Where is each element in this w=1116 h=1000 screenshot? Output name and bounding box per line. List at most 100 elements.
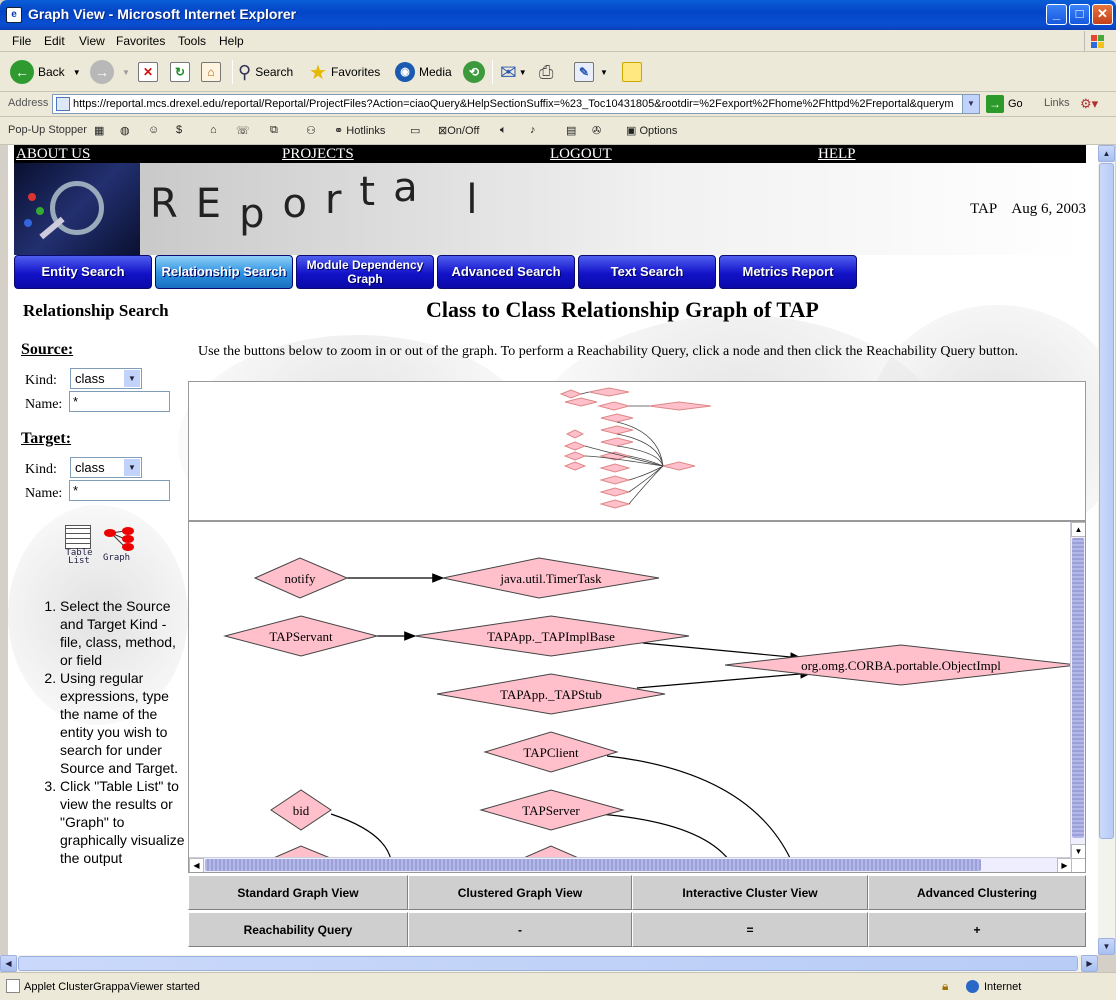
interactive-cluster-view-button[interactable]: Interactive Cluster View (632, 875, 868, 910)
scroll-thumb[interactable] (205, 859, 981, 871)
standard-graph-view-button[interactable]: Standard Graph View (188, 875, 408, 910)
menu-view[interactable]: View (79, 34, 105, 48)
mail-button[interactable]: ✉ ▼ (500, 58, 527, 86)
menu-edit[interactable]: Edit (44, 34, 65, 48)
scroll-thumb[interactable] (18, 956, 1078, 971)
messenger-button[interactable] (622, 58, 642, 86)
scroll-thumb[interactable] (1072, 538, 1084, 838)
advanced-clustering-button[interactable]: Advanced Clustering (868, 875, 1086, 910)
forward-button[interactable]: → ▼ (90, 58, 130, 86)
target-kind-select[interactable]: class ▼ (70, 457, 142, 478)
graph-overview[interactable] (188, 381, 1086, 521)
music-note-icon[interactable]: ♪ (530, 124, 536, 136)
close-button[interactable]: ✕ (1092, 4, 1113, 25)
toolbar-icon[interactable]: ▤ (566, 124, 576, 137)
graph-button[interactable]: Graph (103, 525, 137, 565)
nav-about-us-link[interactable]: ABOUT US (16, 146, 90, 163)
relationship-search-button[interactable]: Relationship Search (155, 255, 293, 289)
advanced-search-button[interactable]: Advanced Search (437, 255, 575, 289)
popup-stopper-bar: Pop-Up Stopper ▦ ◍ ☺ $ ⌂ ☏ ⧉ ⚇ ⚭ Hotlink… (0, 117, 1116, 145)
nav-help-link[interactable]: HELP (818, 146, 856, 163)
clustered-graph-view-button[interactable]: Clustered Graph View (408, 875, 632, 910)
onoff-button[interactable]: ⊠On/Off (438, 124, 479, 137)
url-field[interactable]: https://reportal.mcs.drexel.edu/reportal… (52, 94, 980, 114)
scroll-down-arrow-icon[interactable]: ▼ (1071, 844, 1085, 859)
chevron-down-icon[interactable]: ▼ (124, 459, 140, 476)
scroll-right-arrow-icon[interactable]: ▶ (1057, 858, 1072, 872)
source-name-input[interactable]: * (69, 391, 170, 412)
nav-projects-link[interactable]: PROJECTS (282, 146, 354, 163)
hotlinks-button[interactable]: ⚭ Hotlinks (334, 124, 385, 137)
toolbar-icon[interactable]: ⧉ (270, 124, 278, 137)
star-icon: ★ (309, 61, 327, 84)
node-label: notify (284, 571, 316, 586)
history-icon: ⟲ (463, 61, 485, 83)
toolbar-icon[interactable]: ⌂ (210, 124, 217, 136)
toolbar-icon[interactable]: ◍ (120, 124, 130, 137)
menu-help[interactable]: Help (219, 34, 244, 48)
graph-canvas[interactable]: notify java.util.TimerTask TAPServant TA… (188, 521, 1086, 873)
menu-tools[interactable]: Tools (178, 34, 206, 48)
target-name-input[interactable]: * (69, 480, 170, 501)
toolbar-icon[interactable]: ☏ (236, 124, 250, 137)
folder-icon[interactable]: ▭ (410, 124, 420, 137)
page-vertical-scrollbar[interactable]: ▲ ▼ (1098, 145, 1115, 955)
search-icon: ⚲ (238, 61, 252, 82)
scroll-left-arrow-icon[interactable]: ◀ (0, 955, 17, 972)
go-button[interactable]: → Go (986, 95, 1023, 113)
node-label: java.util.TimerTask (499, 571, 602, 586)
metrics-report-button[interactable]: Metrics Report (719, 255, 857, 289)
scroll-left-arrow-icon[interactable]: ◀ (189, 858, 204, 872)
edit-button[interactable]: ✎ ▼ (574, 58, 608, 86)
chevron-down-icon[interactable]: ▼ (124, 370, 140, 387)
edit-icon: ✎ (574, 62, 594, 82)
reachability-query-button[interactable]: Reachability Query (188, 912, 408, 947)
menu-file[interactable]: File (12, 34, 31, 48)
print-button[interactable]: ⎙ (539, 58, 553, 86)
globe-icon (966, 980, 979, 993)
favorites-button[interactable]: ★ Favorites (309, 58, 380, 86)
toolbar-icon[interactable]: ✇ (592, 124, 601, 137)
source-kind-select[interactable]: class ▼ (70, 368, 142, 389)
search-button[interactable]: ⚲ Search (238, 58, 293, 86)
nav-logout-link[interactable]: LOGOUT (550, 146, 612, 163)
refresh-button[interactable]: ↻ (170, 58, 190, 86)
text-search-button[interactable]: Text Search (578, 255, 716, 289)
scroll-up-arrow-icon[interactable]: ▲ (1071, 522, 1085, 537)
zoom-reset-button[interactable]: = (632, 912, 868, 947)
chevron-down-icon[interactable]: ▼ (962, 95, 979, 113)
scroll-down-arrow-icon[interactable]: ▼ (1098, 938, 1115, 955)
scroll-right-arrow-icon[interactable]: ▶ (1081, 955, 1098, 972)
menu-favorites[interactable]: Favorites (116, 34, 165, 48)
stop-button[interactable]: ✕ (138, 58, 158, 86)
module-dependency-graph-button[interactable]: Module Dependency Graph (296, 255, 434, 289)
speaker-icon[interactable]: 🔈︎ (500, 124, 507, 137)
dollar-icon[interactable]: $ (176, 124, 182, 136)
scroll-thumb[interactable] (1099, 163, 1114, 839)
graph-horizontal-scrollbar[interactable]: ◀ ▶ (189, 857, 1072, 872)
page-horizontal-scrollbar[interactable]: ◀ ▶ (0, 955, 1098, 972)
graph-vertical-scrollbar[interactable]: ▲ ▼ (1070, 522, 1085, 859)
instruction-step: Using regular expressions, type the name… (60, 669, 191, 777)
maximize-button[interactable]: □ (1069, 4, 1090, 25)
back-button[interactable]: ← Back ▼ (10, 58, 81, 86)
options-button[interactable]: ▣ Options (626, 124, 677, 137)
media-button[interactable]: ◉ Media (395, 58, 452, 86)
windows-logo-icon (1084, 31, 1110, 51)
history-button[interactable]: ⟲ (463, 58, 485, 86)
zoom-out-button[interactable]: - (408, 912, 632, 947)
instructions-text: Use the buttons below to zoom in or out … (198, 344, 1019, 359)
toolbar-icon[interactable]: ☺ (148, 124, 159, 136)
minimize-button[interactable]: _ (1046, 4, 1067, 25)
toolbar-icon[interactable]: ⚇ (306, 124, 316, 137)
onoff-label: On/Off (447, 125, 480, 137)
zoom-in-button[interactable]: + (868, 912, 1086, 947)
home-button[interactable]: ⌂ (201, 58, 221, 86)
toolbar-extension-icon[interactable]: ⚙▾ (1080, 96, 1098, 112)
scroll-up-arrow-icon[interactable]: ▲ (1098, 145, 1115, 162)
stop-icon: ✕ (138, 62, 158, 82)
links-label[interactable]: Links (1044, 97, 1070, 109)
table-list-button[interactable]: Table List (65, 525, 93, 566)
toolbar-icon[interactable]: ▦ (94, 124, 104, 137)
entity-search-button[interactable]: Entity Search (14, 255, 152, 289)
